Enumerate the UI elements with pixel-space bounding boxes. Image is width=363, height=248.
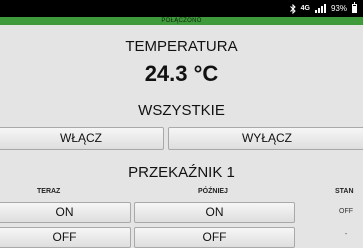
- relay-now-on-button[interactable]: ON: [0, 202, 131, 223]
- status-bar: 4G 93%: [0, 0, 363, 17]
- column-later-header: PÓŹNIEJ: [198, 188, 228, 195]
- all-off-button[interactable]: WYŁĄCZ: [168, 127, 363, 150]
- network-type: 4G: [300, 5, 310, 12]
- all-on-button[interactable]: WŁĄCZ: [0, 127, 164, 150]
- connection-banner: POŁĄCZONO: [0, 17, 363, 25]
- battery-percent: 93%: [330, 4, 347, 13]
- relay-now-off-button[interactable]: OFF: [0, 227, 131, 248]
- relay-state-value: OFF: [339, 208, 353, 215]
- relay-title: PRZEKAŹNIK 1: [128, 164, 235, 181]
- relay-later-off-button[interactable]: OFF: [134, 227, 295, 248]
- temperature-value: 24.3 °C: [144, 61, 219, 86]
- relay-later-on-button[interactable]: ON: [134, 202, 295, 223]
- temperature-title: TEMPERATURA: [125, 38, 238, 55]
- signal-icon: [314, 4, 326, 13]
- relay-state-value-2: -: [344, 231, 348, 238]
- status-icons: 4G 93%: [289, 2, 357, 15]
- all-title: WSZYSTKIE: [138, 102, 225, 119]
- battery-icon: [352, 2, 357, 13]
- column-now-header: TERAZ: [37, 188, 61, 195]
- column-state-header: STAN: [335, 188, 354, 195]
- bluetooth-icon: [289, 3, 296, 14]
